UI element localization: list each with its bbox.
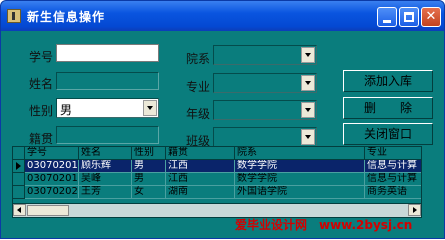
cell-student-no[interactable]: 030702011? <box>25 173 79 186</box>
name-label: 姓名 <box>29 77 54 91</box>
close-button[interactable]: ✕ <box>421 7 441 27</box>
chevron-down-icon[interactable] <box>143 100 157 116</box>
cell-department[interactable]: 数学学院 <box>235 160 365 173</box>
cell-gender[interactable]: 男 <box>132 160 166 173</box>
column-header[interactable]: 院系 <box>235 147 365 160</box>
department-select[interactable] <box>213 45 317 65</box>
student-table[interactable]: 学号 姓名 性别 籍贯 院系 专业 030702012€ 顾乐辉 男 江西 数学… <box>12 146 422 218</box>
major-label: 专业 <box>186 80 211 94</box>
student-no-field[interactable] <box>56 44 159 62</box>
scroll-left-icon[interactable] <box>13 204 26 216</box>
native-place-field[interactable] <box>56 126 159 144</box>
window-title: 新生信息操作 <box>27 10 106 24</box>
table-row[interactable]: 0307020228 王芳 女 湖南 外国语学院 商务英语 <box>13 186 421 199</box>
cell-name[interactable]: 王芳 <box>79 186 132 199</box>
cell-department[interactable]: 数学学院 <box>235 173 365 186</box>
minimize-button[interactable] <box>377 7 397 27</box>
row-indicator <box>13 173 25 186</box>
cell-native-place[interactable]: 江西 <box>166 160 235 173</box>
delete-button[interactable]: 删 除 <box>343 97 433 119</box>
gender-select[interactable]: 男 <box>56 98 159 118</box>
app-icon <box>7 9 21 23</box>
scroll-right-icon[interactable] <box>408 204 421 216</box>
cell-gender[interactable]: 男 <box>132 173 166 186</box>
table-header: 学号 姓名 性别 籍贯 院系 专业 <box>13 147 421 160</box>
name-field[interactable] <box>56 72 159 90</box>
table-row[interactable]: 030702011? 吴峰 男 江西 数学学院 信息与计算 <box>13 173 421 186</box>
cell-student-no[interactable]: 030702012€ <box>25 160 79 173</box>
column-header[interactable]: 姓名 <box>79 147 132 160</box>
close-icon: ✕ <box>425 9 437 24</box>
cell-gender[interactable]: 女 <box>132 186 166 199</box>
cell-native-place[interactable]: 江西 <box>166 173 235 186</box>
chevron-down-icon[interactable] <box>301 102 315 118</box>
watermark: 爱毕业设计网 www.2bysj.cn <box>235 218 413 232</box>
chevron-down-icon[interactable] <box>301 47 315 63</box>
native-place-label: 籍贯 <box>29 132 54 146</box>
column-header[interactable]: 性别 <box>132 147 166 160</box>
add-button[interactable]: 添加入库 <box>343 70 433 92</box>
title-bar[interactable]: 新生信息操作 ✕ <box>1 1 444 31</box>
close-window-button[interactable]: 关闭窗口 <box>343 123 433 145</box>
chevron-down-icon[interactable] <box>301 129 315 145</box>
gender-value: 男 <box>60 103 73 117</box>
cell-name[interactable]: 顾乐辉 <box>79 160 132 173</box>
row-indicator-header <box>13 147 25 160</box>
row-indicator <box>13 160 25 173</box>
current-row-pointer-icon <box>16 162 21 170</box>
column-header[interactable]: 籍贯 <box>166 147 235 160</box>
chevron-down-icon[interactable] <box>301 75 315 91</box>
row-indicator <box>13 186 25 199</box>
cell-native-place[interactable]: 湖南 <box>166 186 235 199</box>
grade-select[interactable] <box>213 100 317 120</box>
table-row[interactable]: 030702012€ 顾乐辉 男 江西 数学学院 信息与计算 <box>13 160 421 173</box>
department-label: 院系 <box>186 52 211 66</box>
cell-major[interactable]: 信息与计算 <box>365 160 421 173</box>
main-window: 新生信息操作 ✕ 学号 姓名 性别 男 籍贯 院系 专业 年级 班级 添加入库 … <box>0 0 445 239</box>
cell-name[interactable]: 吴峰 <box>79 173 132 186</box>
minimize-icon <box>383 20 391 23</box>
cell-department[interactable]: 外国语学院 <box>235 186 365 199</box>
scrollbar-thumb[interactable] <box>27 205 69 216</box>
maximize-icon <box>404 12 414 22</box>
maximize-button[interactable] <box>399 7 419 27</box>
class-select[interactable] <box>213 127 317 147</box>
cell-student-no[interactable]: 0307020228 <box>25 186 79 199</box>
horizontal-scrollbar[interactable] <box>13 203 421 217</box>
column-header[interactable]: 专业 <box>365 147 421 160</box>
student-no-label: 学号 <box>29 50 54 64</box>
grade-label: 年级 <box>186 107 211 121</box>
cell-major[interactable]: 信息与计算 <box>365 173 421 186</box>
major-select[interactable] <box>213 73 317 93</box>
gender-label: 性别 <box>29 104 54 118</box>
cell-major[interactable]: 商务英语 <box>365 186 421 199</box>
column-header[interactable]: 学号 <box>25 147 79 160</box>
